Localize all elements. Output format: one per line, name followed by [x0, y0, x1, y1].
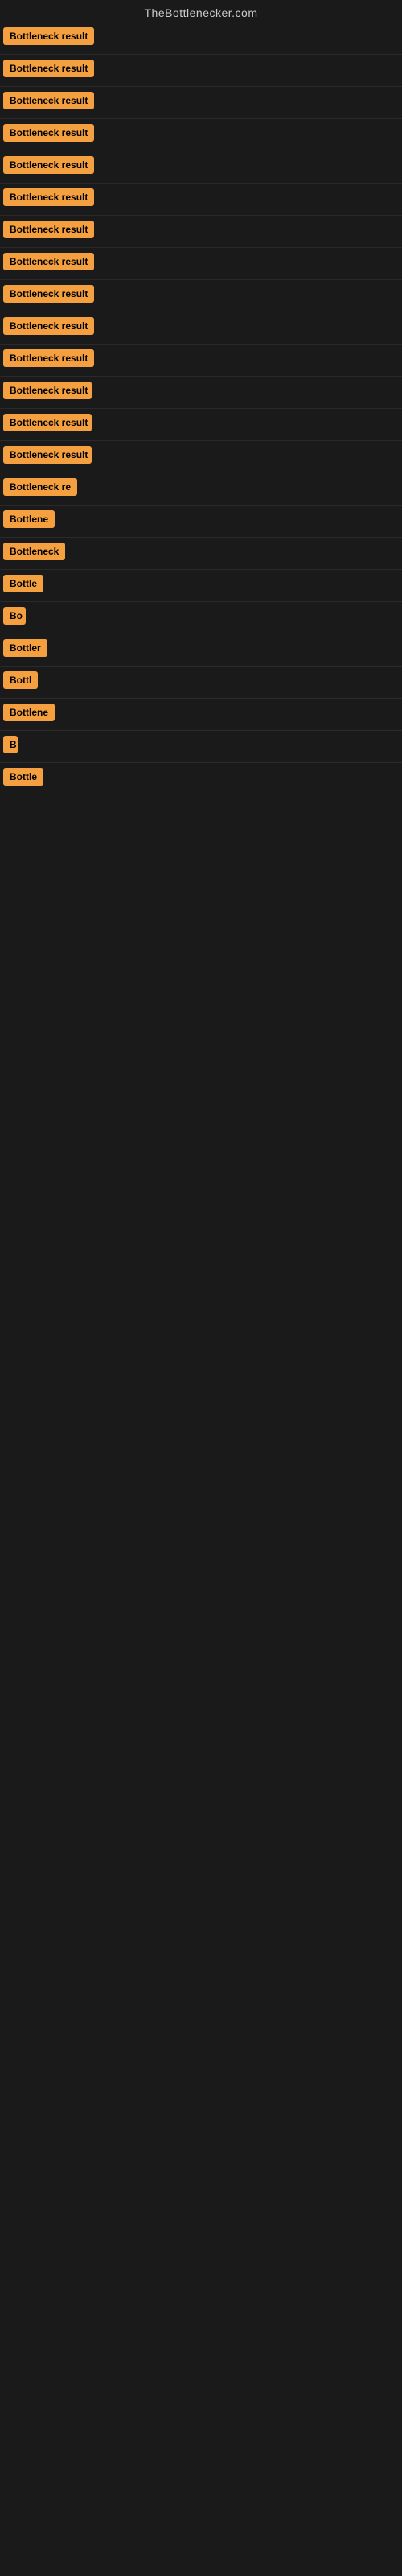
site-title: TheBottlenecker.com — [0, 0, 402, 23]
result-row: Bottleneck result — [0, 119, 402, 151]
bottleneck-badge[interactable]: Bottlene — [3, 704, 55, 721]
result-row: Bottleneck result — [0, 87, 402, 119]
bottleneck-badge[interactable]: Bottleneck result — [3, 188, 94, 206]
result-row: B — [0, 731, 402, 763]
result-row: Bottlene — [0, 506, 402, 538]
bottleneck-badge[interactable]: Bottleneck result — [3, 349, 94, 367]
bottleneck-badge[interactable]: Bottleneck result — [3, 60, 94, 77]
result-row: Bottleneck result — [0, 55, 402, 87]
result-row: Bottleneck result — [0, 248, 402, 280]
result-row: Bo — [0, 602, 402, 634]
bottleneck-badge[interactable]: Bottleneck — [3, 543, 65, 560]
result-row: Bottleneck result — [0, 184, 402, 216]
bottleneck-badge[interactable]: Bottleneck result — [3, 221, 94, 238]
bottleneck-badge[interactable]: Bo — [3, 607, 26, 625]
bottleneck-badge[interactable]: Bottleneck result — [3, 382, 92, 399]
result-row: Bottl — [0, 667, 402, 699]
result-row: Bottleneck result — [0, 280, 402, 312]
result-row: Bottleneck result — [0, 23, 402, 55]
result-row: Bottleneck result — [0, 409, 402, 441]
bottleneck-badge[interactable]: Bottle — [3, 575, 43, 592]
bottleneck-badge[interactable]: Bottleneck result — [3, 124, 94, 142]
results-container: Bottleneck result Bottleneck result Bottle… — [0, 23, 402, 795]
bottleneck-badge[interactable]: Bottleneck result — [3, 414, 92, 431]
bottleneck-badge[interactable]: Bottleneck result — [3, 156, 94, 174]
result-row: Bottler — [0, 634, 402, 667]
result-row: Bottle — [0, 570, 402, 602]
result-row: Bottleneck — [0, 538, 402, 570]
result-row: Bottleneck result — [0, 312, 402, 345]
bottleneck-badge[interactable]: Bottleneck result — [3, 446, 92, 464]
result-row: Bottleneck result — [0, 151, 402, 184]
bottleneck-badge[interactable]: B — [3, 736, 18, 753]
bottleneck-badge[interactable]: Bottleneck result — [3, 92, 94, 109]
result-row: Bottleneck result — [0, 345, 402, 377]
result-row: Bottle — [0, 763, 402, 795]
bottleneck-badge[interactable]: Bottleneck result — [3, 253, 94, 270]
result-row: Bottleneck result — [0, 441, 402, 473]
bottleneck-badge[interactable]: Bottlene — [3, 510, 55, 528]
result-row: Bottleneck re — [0, 473, 402, 506]
bottleneck-badge[interactable]: Bottl — [3, 671, 38, 689]
bottleneck-badge[interactable]: Bottleneck result — [3, 317, 94, 335]
result-row: Bottlene — [0, 699, 402, 731]
bottleneck-badge[interactable]: Bottler — [3, 639, 47, 657]
result-row: Bottleneck result — [0, 377, 402, 409]
bottleneck-badge[interactable]: Bottle — [3, 768, 43, 786]
bottleneck-badge[interactable]: Bottleneck re — [3, 478, 77, 496]
result-row: Bottleneck result — [0, 216, 402, 248]
bottleneck-badge[interactable]: Bottleneck result — [3, 27, 94, 45]
bottleneck-badge[interactable]: Bottleneck result — [3, 285, 94, 303]
